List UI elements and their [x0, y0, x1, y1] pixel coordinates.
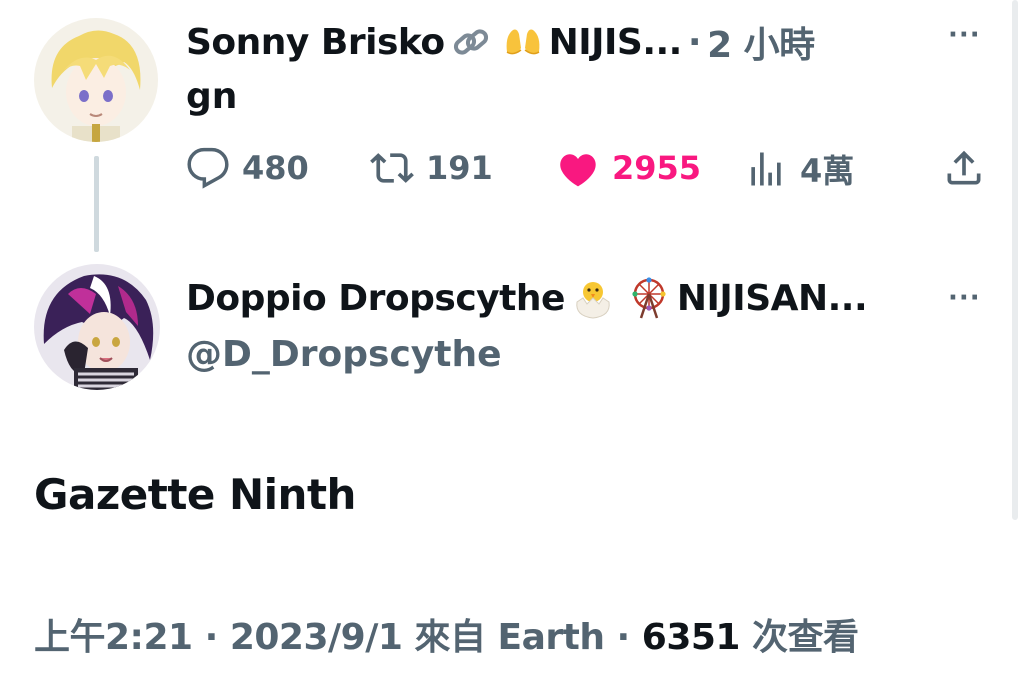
retweet-button[interactable]: 191: [370, 146, 493, 190]
like-button[interactable]: 2955: [556, 146, 701, 190]
scrollbar[interactable]: [1012, 0, 1018, 520]
link-emoji: [451, 22, 491, 62]
tweet-metadata-footer: 上午2:21 · 2023/9/1 來自 Earth · 6351 次查看: [34, 608, 859, 660]
quoted-name-suffix: NIJISAN...: [676, 277, 868, 319]
reply-header: Sonny Brisko NIJIS... · 2 小時: [186, 16, 926, 68]
meta-separator: ·: [687, 21, 702, 63]
quoted-display-name[interactable]: Doppio Dropscythe: [186, 278, 565, 319]
quoted-handle[interactable]: @D_Dropscythe: [186, 334, 502, 375]
avatar-doppio-dropscythe[interactable]: [34, 264, 160, 390]
comment-icon: [186, 146, 230, 190]
reply-action-bar: 480 191 2955 4萬: [186, 146, 986, 194]
reply-text: gn: [186, 76, 238, 117]
retweet-count: 191: [426, 149, 493, 187]
footer-separator: ·: [204, 617, 219, 658]
reply-time-ago[interactable]: 2 小時: [707, 16, 815, 68]
share-icon: [942, 146, 986, 190]
ferris-wheel-emoji: [627, 276, 671, 320]
heart-icon: [556, 146, 600, 190]
avatar-sonny-brisko[interactable]: [34, 18, 158, 142]
quoted-tweet-text: Gazette Ninth: [34, 470, 356, 519]
reply-display-name[interactable]: Sonny Brisko: [186, 22, 445, 63]
tweet-date[interactable]: 2023/9/1: [230, 617, 403, 658]
views-total: 6351: [641, 617, 741, 658]
hatching-chick-emoji: [571, 276, 615, 320]
tweet-source: 來自 Earth: [414, 617, 605, 658]
like-count: 2955: [612, 149, 702, 187]
reply-more-button[interactable]: ···: [948, 20, 981, 50]
reply-name-suffix: NIJIS...: [548, 21, 683, 63]
reply-button[interactable]: 480: [186, 146, 309, 190]
raising-hands-emoji: [503, 22, 543, 62]
quoted-more-button[interactable]: ···: [948, 283, 981, 313]
views-count: 4萬: [800, 152, 855, 190]
quoted-header: Doppio Dropscythe NIJISAN...: [186, 276, 936, 320]
tweet-time[interactable]: 上午2:21: [34, 617, 193, 658]
views-label: 次查看: [752, 617, 859, 658]
views-button[interactable]: 4萬: [744, 146, 854, 192]
retweet-icon: [370, 146, 414, 190]
footer-separator: ·: [616, 617, 631, 658]
bar-chart-icon: [744, 147, 788, 191]
reply-count: 480: [242, 149, 309, 187]
thread-connector-line: [94, 156, 99, 252]
share-button[interactable]: [942, 146, 986, 190]
